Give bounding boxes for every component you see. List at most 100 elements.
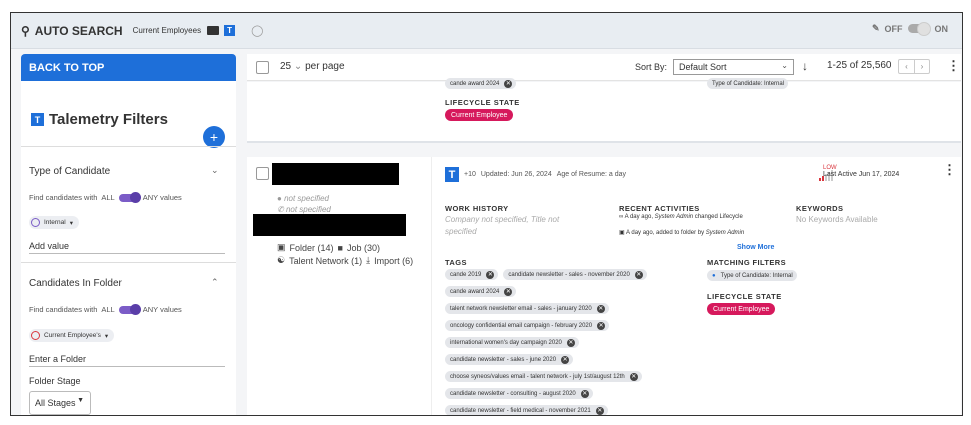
talent-network-icon: ☯ (277, 255, 286, 265)
tag-chip[interactable]: oncology confidential email campaign - f… (445, 320, 610, 331)
back-to-top-button[interactable]: BACK TO TOP (21, 54, 236, 81)
tag-label: oncology confidential email campaign - f… (450, 322, 593, 329)
select-all-checkbox[interactable] (256, 61, 269, 74)
source-count[interactable]: +10 (464, 171, 476, 178)
next-page-button[interactable]: › (914, 60, 929, 73)
per-page-value: 25 (280, 61, 292, 72)
remove-icon[interactable]: ✕ (561, 355, 570, 364)
per-page-select[interactable]: 25 ⌄ per page (280, 61, 345, 72)
search-icon: ⚲ (21, 23, 30, 38)
add-filter-button[interactable]: + (203, 126, 225, 148)
tag-chip[interactable]: cande award 2024 ✕ (445, 78, 517, 89)
talent-network-link[interactable]: Talent Network (1) (289, 256, 362, 266)
any-label: ANY values (142, 193, 182, 202)
toggle-off-label: OFF (884, 23, 903, 34)
folder-input[interactable]: Enter a Folder (29, 354, 225, 367)
tag-chip[interactable]: candidate newsletter - consulting - augu… (445, 388, 593, 399)
tag-chip[interactable]: candidate newsletter - field medical - n… (445, 405, 608, 415)
divider (21, 262, 236, 263)
recent-activity-2-prefix: A day ago, added to folder by (626, 230, 705, 236)
remove-icon[interactable]: ✕ (596, 304, 605, 313)
divider (431, 157, 432, 415)
match-mode-row: Find candidates with ALL ANY values (29, 303, 182, 315)
match-mode-toggle[interactable] (118, 191, 141, 203)
chevron-down-icon[interactable]: ▾ (70, 219, 73, 227)
show-more-link[interactable]: Show More (737, 244, 774, 251)
talemetry-badge-icon[interactable]: T (224, 25, 236, 36)
tag-label: cande award 2024 (450, 80, 500, 87)
toggle-switch[interactable] (907, 22, 931, 36)
remove-icon[interactable]: ✕ (486, 270, 495, 279)
remove-icon[interactable]: ✕ (595, 406, 604, 415)
remove-icon[interactable]: ✕ (504, 287, 513, 296)
auto-search-label: AUTO SEARCH (34, 23, 123, 38)
filter-chip-folder[interactable]: Current Employee's ▾ (29, 329, 115, 342)
match-mode-toggle[interactable] (118, 303, 141, 315)
tag-label: candidate newsletter - sales - june 2020 (450, 356, 557, 363)
chevron-up-icon[interactable]: ⌃ (211, 277, 219, 288)
remove-icon[interactable]: ✕ (634, 270, 643, 279)
chevron-down-icon[interactable]: ⌄ (211, 165, 219, 176)
tag-chip[interactable]: choose syneos/values email - talent netw… (445, 371, 642, 382)
recent-activity-2-actor: System Admin (705, 230, 745, 236)
lifecycle-badge[interactable]: Current Employee (707, 303, 776, 315)
updated-row: T +10 Updated: Jun 26, 2024 Age of Resum… (445, 167, 626, 182)
caret-down-icon: ▼ (77, 397, 84, 404)
chevron-down-icon: ⌄ (781, 61, 788, 70)
sort-label: Sort By: (635, 62, 668, 72)
tag-chip[interactable]: candidate newsletter - sales - june 2020… (445, 354, 574, 365)
sort-select[interactable]: Default Sort ⌄ (673, 59, 794, 75)
briefcase-icon: ■ (337, 242, 343, 253)
recent-activity-1-suffix: changed Lifecycle (694, 214, 743, 220)
auto-search[interactable]: ⚲ AUTO SEARCH (21, 24, 123, 38)
folder-stage-select[interactable]: All Stages ▼ (29, 391, 91, 415)
tag-label: candidate newsletter - sales - november … (508, 271, 630, 278)
import-link[interactable]: Import (6) (374, 256, 413, 266)
sort-direction-icon[interactable]: ↓ (802, 59, 808, 73)
folder-icon[interactable] (207, 26, 220, 35)
toggle-on-label: ON (934, 23, 949, 34)
per-page-label: per page (305, 61, 345, 72)
remove-icon[interactable]: ✕ (597, 321, 606, 330)
tag-chip[interactable]: cande 2019 ✕ (445, 269, 499, 280)
all-label: ALL (101, 305, 115, 314)
lifecycle-badge[interactable]: Current Employee (445, 109, 514, 121)
type-of-candidate-title[interactable]: Type of Candidate (29, 166, 110, 177)
recent-activity-1: ∞ A day ago, System Admin changed Lifecy… (619, 214, 743, 220)
all-label: ALL (101, 193, 115, 202)
tag-label: choose syneos/values email - talent netw… (450, 373, 625, 380)
tags-title: TAGS (445, 258, 467, 267)
location-row: ● not specified (277, 194, 329, 203)
tag-chip[interactable]: cande award 2024 ✕ (445, 286, 517, 297)
candidate-card: ● not specified ✆ not specified ▣ Folder… (247, 157, 961, 415)
job-count-link[interactable]: Job (30) (347, 243, 380, 253)
phone-icon: ✆ (277, 205, 284, 214)
any-label: ANY values (142, 305, 182, 314)
chevron-down-icon[interactable]: ▾ (105, 332, 108, 340)
app-window: ⚲ AUTO SEARCH Current Employees T ◯ ✎ OF… (10, 12, 963, 416)
candidates-in-folder-title[interactable]: Candidates In Folder (29, 278, 122, 289)
phone-value: not specified (285, 205, 331, 214)
visibility-toggle-icon[interactable]: ◯ (251, 24, 263, 37)
tag-label: international women's day campaign 2020 (450, 339, 562, 346)
card-options-icon[interactable]: ⋮ (943, 162, 956, 178)
more-options-icon[interactable]: ⋮ (947, 58, 960, 74)
prev-page-button[interactable]: ‹ (899, 60, 914, 73)
remove-icon[interactable]: ✕ (504, 79, 513, 88)
filter-chip-internal[interactable]: Internal ▾ (29, 216, 79, 229)
folder-count-link[interactable]: Folder (14) (290, 243, 334, 253)
tag-label: candidate newsletter - consulting - augu… (450, 390, 576, 397)
folder-icon: ▣ (619, 230, 625, 236)
remove-icon[interactable]: ✕ (566, 338, 575, 347)
candidate-checkbox[interactable] (256, 167, 269, 180)
remove-icon[interactable]: ✕ (580, 389, 589, 398)
tag-chip[interactable]: talent network newsletter email - sales … (445, 303, 609, 314)
auto-search-toggle[interactable]: ✎ OFF ON (872, 22, 949, 36)
tag-chip[interactable]: candidate newsletter - sales - november … (503, 269, 647, 280)
add-value-input[interactable]: Add value (29, 241, 225, 254)
result-count: 1-25 of 25,560 (827, 60, 892, 71)
matching-filter-chip: Type of Candidate: Internal (707, 78, 789, 89)
work-history-value: Company not specified, Title not specifi… (445, 215, 560, 236)
tag-chip[interactable]: international women's day campaign 2020 ✕ (445, 337, 579, 348)
remove-icon[interactable]: ✕ (629, 372, 638, 381)
